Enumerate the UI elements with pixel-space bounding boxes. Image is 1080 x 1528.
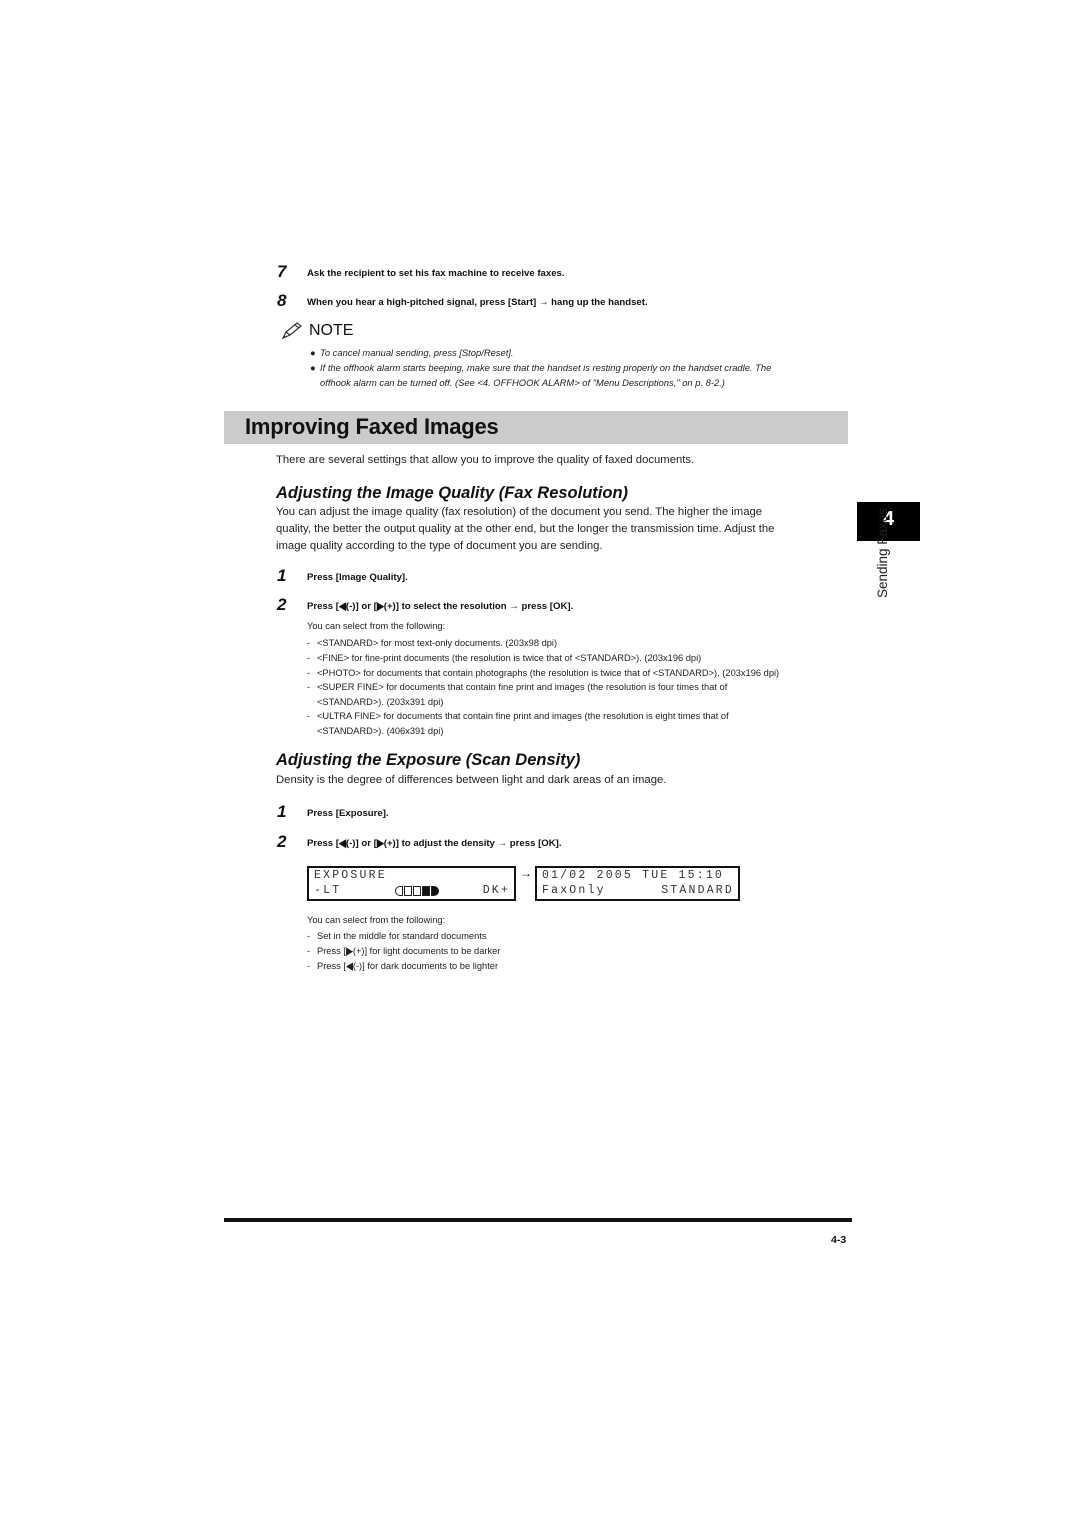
options-intro: You can select from the following:	[307, 915, 446, 925]
step-text: When you hear a high-pitched signal, pre…	[307, 297, 648, 308]
bullet-icon: ●	[310, 362, 316, 373]
step-number: 2	[277, 832, 287, 851]
lcd-display-standby: 01/02 2005 TUE 15:10 FaxOnly STANDARD	[535, 866, 740, 901]
subsection-title-exposure: Adjusting the Exposure (Scan Density)	[276, 751, 581, 769]
section-intro: There are several settings that allow yo…	[276, 454, 695, 466]
exposure-body: Density is the degree of differences bet…	[276, 774, 667, 786]
list-item: - <FINE> for fine-print documents (the re…	[307, 653, 702, 663]
footer-rule	[224, 1218, 852, 1222]
right-triangle-icon: ▶	[376, 599, 384, 612]
page-number: 4-3	[831, 1234, 847, 1246]
list-item: - <STANDARD> for most text-only documents…	[307, 638, 558, 648]
list-item: - <ULTRA FINE> for documents that contain…	[307, 711, 729, 736]
left-triangle-icon: ◀	[345, 959, 353, 972]
density-segment	[413, 885, 421, 896]
density-segment	[422, 885, 430, 896]
pencil-icon	[281, 322, 302, 340]
step-text: Press [◀(-)] or [▶(+)] to select the res…	[307, 599, 574, 612]
note-item: ● To cancel manual sending, press [Stop/R…	[310, 347, 514, 358]
note-title: NOTE	[309, 322, 354, 339]
subsection-title-resolution: Adjusting the Image Quality (Fax Resolut…	[276, 484, 629, 502]
step-text: Press [Image Quality].	[307, 572, 408, 583]
step-number: 2	[277, 595, 287, 614]
lcd-resolution: STANDARD	[661, 884, 734, 897]
step-text: Ask the recipient to set his fax machine…	[307, 268, 565, 279]
density-segment	[404, 885, 412, 896]
density-segment	[431, 885, 439, 896]
lcd-label-dark: DK+	[482, 884, 510, 897]
step-text: Press [◀(-)] or [▶(+)] to adjust the den…	[307, 836, 562, 849]
arrow-right-icon: →	[520, 866, 532, 880]
bullet-icon: ●	[310, 347, 316, 358]
step-number: 1	[277, 802, 287, 821]
list-item: - <PHOTO> for documents that contain phot…	[307, 668, 780, 678]
step-text: Press [Exposure].	[307, 808, 389, 819]
left-triangle-icon: ◀	[339, 599, 346, 612]
list-item: - <SUPER FINE> for documents that contain…	[307, 682, 728, 707]
list-item: - Press [◀(-)] for dark documents to be l…	[307, 959, 498, 974]
density-meter	[395, 885, 440, 898]
left-triangle-icon: ◀	[339, 836, 346, 849]
lcd-label-light: -LT	[314, 884, 342, 897]
list-item: - Set in the middle for standard document…	[307, 931, 487, 941]
right-triangle-icon: ▶	[376, 836, 384, 849]
note-item: ● If the offhook alarm starts beeping, ma…	[310, 362, 772, 388]
lcd-mode: FaxOnly	[542, 884, 606, 897]
step-number: 1	[277, 566, 287, 585]
options-intro: You can select from the following:	[307, 621, 446, 631]
lcd-line-1: 01/02 2005 TUE 15:10	[542, 869, 725, 882]
chapter-label: Sending Faxes	[875, 507, 890, 598]
section-title: Improving Faxed Images	[245, 414, 499, 439]
resolution-body: You can adjust the image quality (fax re…	[276, 506, 775, 552]
list-item: - Press [▶(+)] for light documents to be …	[307, 944, 500, 959]
lcd-display-exposure: EXPOSURE -LT DK+	[307, 866, 516, 901]
step-number: 7	[277, 262, 287, 281]
lcd-line-1: EXPOSURE	[314, 869, 387, 882]
density-segment	[395, 885, 403, 896]
step-number: 8	[277, 291, 287, 310]
